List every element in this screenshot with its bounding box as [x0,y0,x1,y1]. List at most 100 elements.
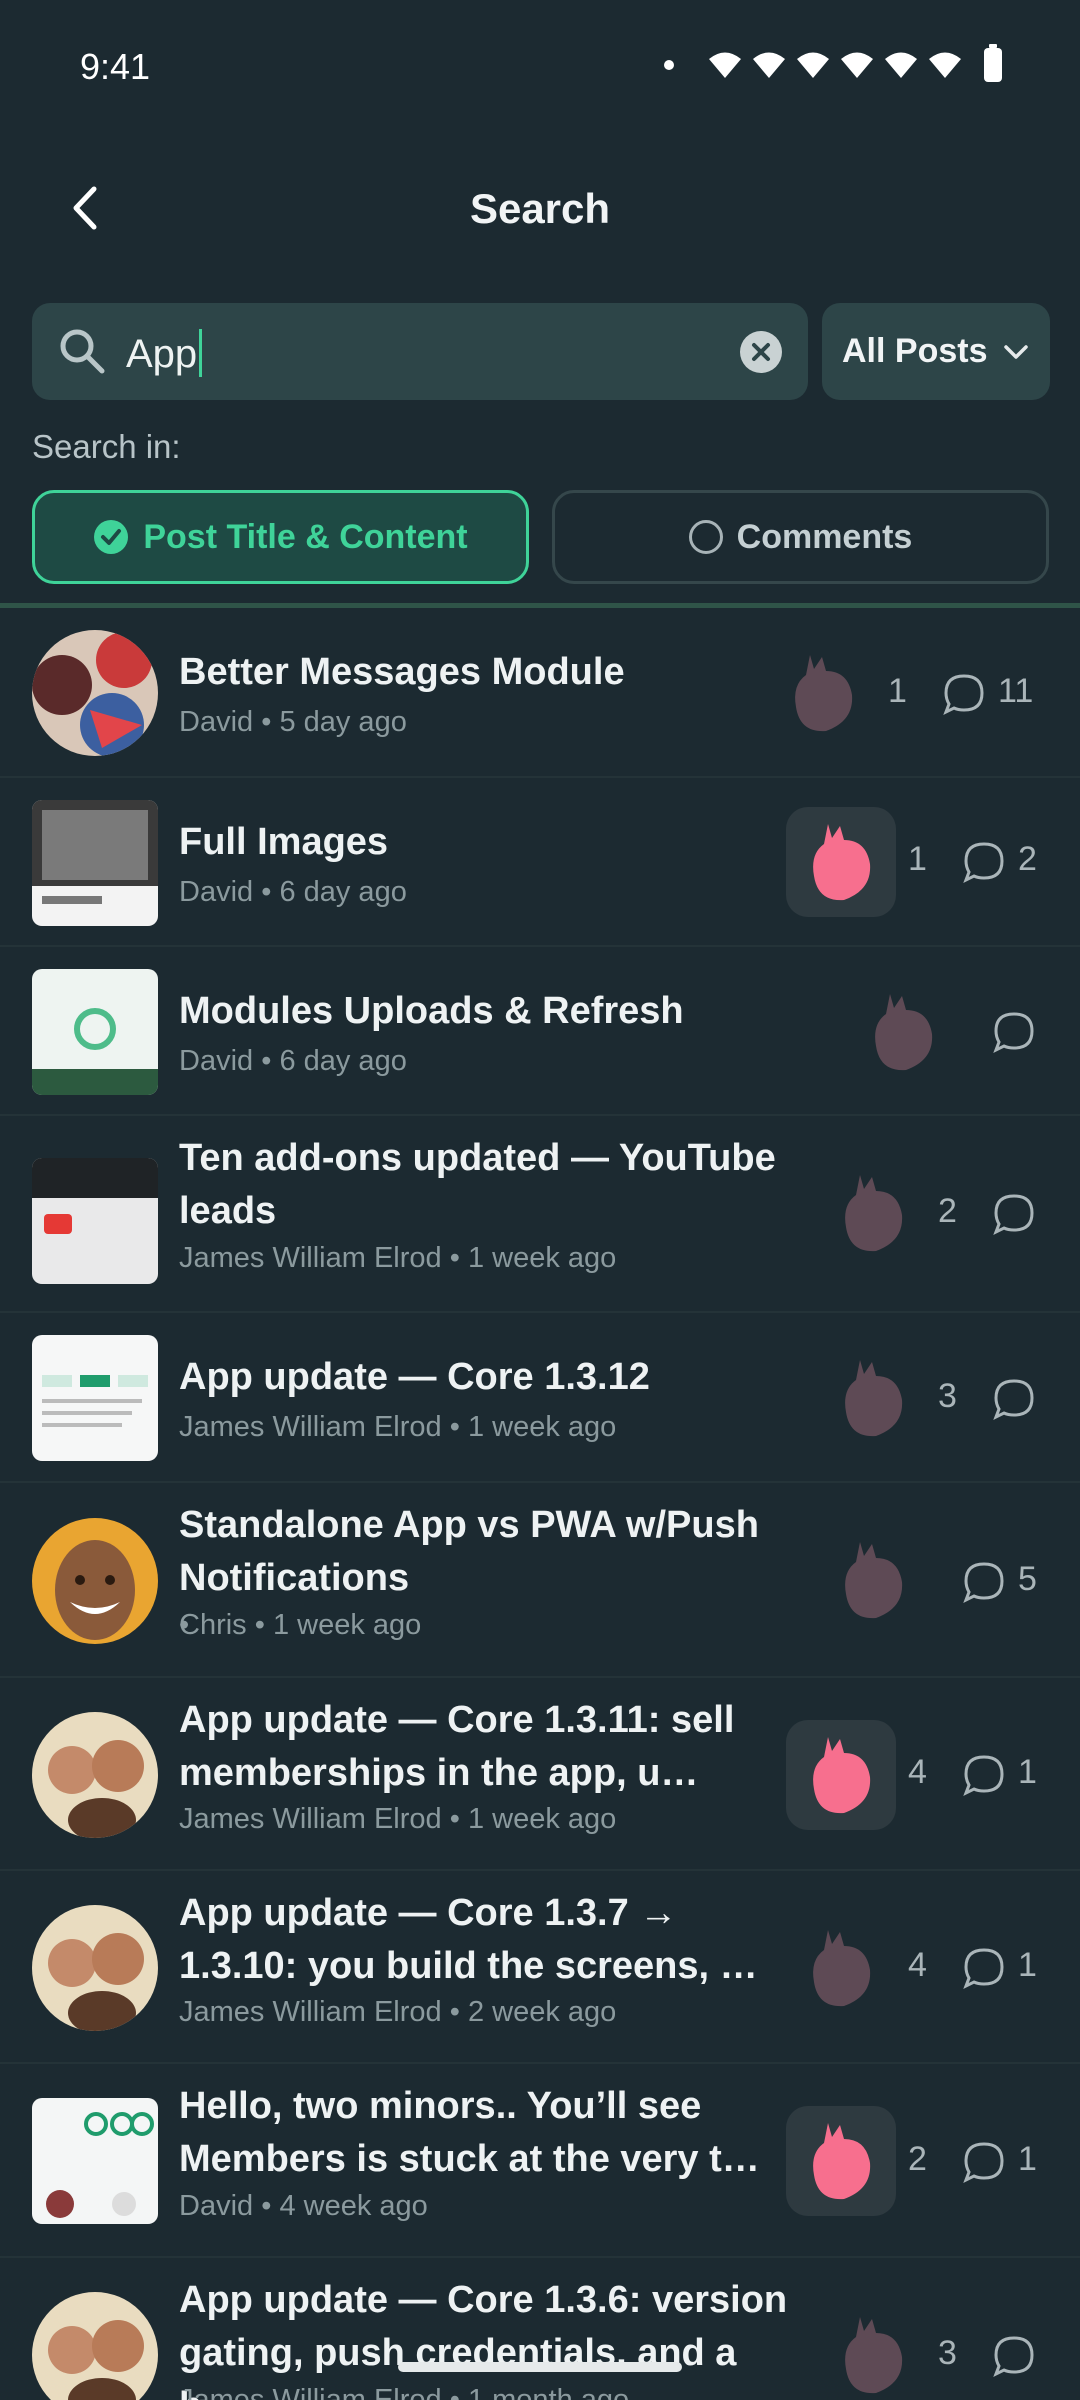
post-meta: Chris • 1 week ago [179,1609,422,1641]
list-item[interactable]: Ten add-ons updated — YouTube leads Jame… [0,1116,1080,1313]
text-cursor [199,329,203,377]
author-avatar [32,2292,158,2400]
like-button[interactable] [768,638,878,748]
battery-icon [984,44,1002,82]
anatomical-heart-icon [813,824,871,901]
list-item[interactable]: Standalone App vs PWA w/Push Notificatio… [0,1483,1080,1678]
post-title: Full Images [179,821,389,863]
list-item[interactable]: Hello, two minors.. You’ll see Members i… [0,2064,1080,2258]
comment-count: 1 [1018,1946,1037,1984]
author-avatar [32,1712,158,1838]
like-count: 4 [908,1946,927,1984]
anatomical-heart-icon [813,2123,871,2200]
post-meta: James William Elrod • 1 week ago [179,1803,617,1835]
home-indicator[interactable] [398,2362,682,2372]
list-item[interactable]: Better Messages Module David • 5 day ago… [0,608,1080,778]
like-count: 2 [938,1192,957,1230]
post-title: Better Messages Module [179,651,625,693]
like-count: 2 [908,2140,927,2178]
comment-icon[interactable] [992,2334,1036,2378]
like-count: 4 [908,1753,927,1791]
comment-icon[interactable] [992,1377,1036,1421]
post-meta: David • 5 day ago [179,706,407,738]
post-meta: David • 4 week ago [179,2190,428,2222]
anatomical-heart-icon [845,2317,903,2394]
comment-count: 1 [1018,2140,1037,2178]
like-count: 3 [938,1377,957,1415]
post-title: Ten add-ons updated — YouTube leads [179,1137,776,1232]
author-avatar [32,1905,158,2031]
list-item[interactable]: App update — Core 1.3.6: version gating,… [0,2258,1080,2400]
signal-icon [797,52,829,78]
list-item[interactable]: Modules Uploads & Refresh David • 6 day … [0,947,1080,1116]
post-meta: David • 6 day ago [179,1045,407,1077]
like-button[interactable] [818,1343,928,1453]
like-count: 3 [938,2334,957,2372]
comment-icon[interactable] [962,840,1006,884]
search-row: App All Posts [32,303,1050,400]
like-button[interactable] [818,1525,928,1635]
notification-dot-icon [664,60,674,70]
anatomical-heart-icon [813,1737,871,1814]
author-avatar [32,1518,158,1644]
like-count: 1 [888,672,907,710]
post-meta: James William Elrod • 1 week ago [179,1242,617,1274]
header: Search [0,165,1080,255]
status-bar: 9:41 [0,0,1080,135]
signal-icon [929,52,961,78]
comment-count: 5 [1018,1560,1037,1598]
list-item[interactable]: Full Images David • 6 day ago 1 2 [0,778,1080,947]
clear-search-icon[interactable] [740,331,782,373]
post-meta: David • 6 day ago [179,876,407,908]
like-button[interactable] [786,1720,896,1830]
post-thumbnail [32,969,158,1095]
comment-icon[interactable] [962,1560,1006,1604]
post-title: App update — Core 1.3.12 [179,1356,650,1398]
post-thumbnail [32,630,158,756]
scope-post-title-content[interactable]: Post Title & Content [32,490,529,584]
page-title: Search [469,185,611,232]
comment-icon[interactable] [992,1192,1036,1236]
like-button[interactable] [818,2300,928,2400]
anatomical-heart-icon [795,655,853,732]
scope-comments[interactable]: Comments [552,490,1049,584]
like-button[interactable] [786,2106,896,2216]
like-button[interactable] [786,807,896,917]
comment-count: 1 [1018,1753,1037,1791]
comment-icon[interactable] [942,672,986,716]
post-thumbnail [32,1158,158,1284]
post-title: Modules Uploads & Refresh [179,990,684,1032]
chevron-down-icon [1004,344,1029,359]
list-item[interactable]: App update — Core 1.3.7 → 1.3.10: you bu… [0,1871,1080,2064]
post-title: Standalone App vs PWA w/Push Notificatio… [179,1504,759,1599]
wifi-icon [709,52,741,78]
post-thumbnail [32,2098,158,2224]
comment-icon[interactable] [992,1010,1036,1054]
scope-label: Comments [736,517,913,556]
list-item[interactable]: App update — Core 1.3.12 James William E… [0,1313,1080,1483]
comment-icon[interactable] [962,1946,1006,1990]
like-button[interactable] [848,977,958,1087]
post-title: App update — Core 1.3.11: sell membershi… [179,1699,735,1794]
like-count: 1 [908,840,927,878]
post-filter-label: All Posts [842,332,988,370]
post-filter-dropdown[interactable]: All Posts [822,303,1050,400]
like-button[interactable] [818,1158,928,1268]
status-time: 9:41 [80,46,151,87]
anatomical-heart-icon [813,1930,871,2007]
search-icon [60,329,105,374]
comment-icon[interactable] [962,1753,1006,1797]
comment-count: 11 [998,672,1034,710]
check-circle-icon [94,520,129,554]
like-button[interactable] [786,1913,896,2023]
radio-empty-icon [688,520,723,554]
anatomical-heart-icon [845,1175,903,1252]
post-title: App update — Core 1.3.7 → 1.3.10: you bu… [179,1892,758,1987]
post-title: Hello, two minors.. You’ll see Members i… [179,2085,760,2180]
search-query: App [126,329,203,377]
list-item[interactable]: App update — Core 1.3.11: sell membershi… [0,1678,1080,1871]
signal-icon [841,52,873,78]
comment-icon[interactable] [962,2140,1006,2184]
search-input[interactable]: App [32,303,808,400]
anatomical-heart-icon [845,1542,903,1619]
